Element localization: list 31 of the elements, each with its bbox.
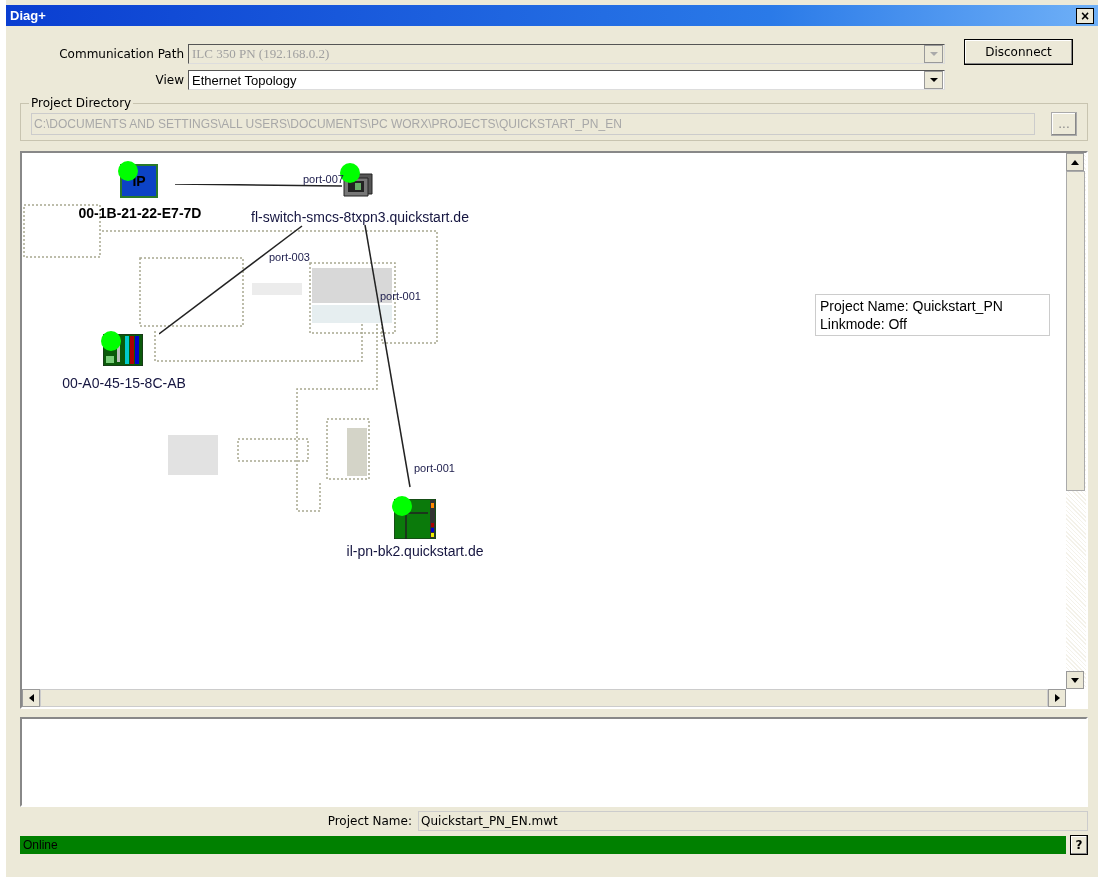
port-label: port-001 [414, 462, 455, 474]
view-dropdown[interactable]: Ethernet Topology [188, 70, 945, 90]
port-label: port-003 [269, 251, 310, 263]
info-text: Linkmode: Off [820, 315, 908, 333]
close-button[interactable]: × [1076, 7, 1094, 24]
project-name-label: Project Name: [326, 814, 413, 828]
project-name-field: Quickstart_PN_EN.mwt [418, 811, 1088, 831]
scroll-left-icon [28, 694, 34, 702]
device-label[interactable]: 00-1B-21-22-E7-7D [78, 205, 202, 221]
disconnect-button[interactable]: Disconnect [964, 39, 1073, 65]
caret-icon [929, 77, 938, 83]
controller-icon[interactable] [103, 334, 143, 369]
field-label: Communication Path [58, 47, 185, 61]
status-bar: Online [20, 836, 1066, 854]
horizontal-scrollbar[interactable] [22, 689, 1066, 707]
info-text: Project Name: Quickstart_PN [820, 297, 1004, 315]
port-label: port-007 [303, 173, 344, 185]
help-button[interactable]: ? [1070, 835, 1088, 855]
scroll-down-icon [1071, 677, 1079, 683]
group-legend: Project Directory [29, 96, 134, 110]
window-title: Diag+ [10, 8, 46, 23]
scroll-up-icon [1071, 159, 1079, 165]
vertical-scrollbar[interactable] [1066, 153, 1086, 689]
device-label[interactable]: 00-A0-45-15-8C-AB [62, 375, 186, 391]
device-label[interactable]: il-pn-bk2.quickstart.de [346, 543, 484, 559]
module-icon[interactable] [394, 499, 436, 542]
port-label: port-001 [380, 290, 421, 302]
caret-icon [929, 51, 938, 57]
field-label: View [154, 73, 185, 87]
scroll-right-icon [1054, 694, 1060, 702]
device-label[interactable]: fl-switch-smcs-8txpn3.quickstart.de [251, 209, 469, 225]
